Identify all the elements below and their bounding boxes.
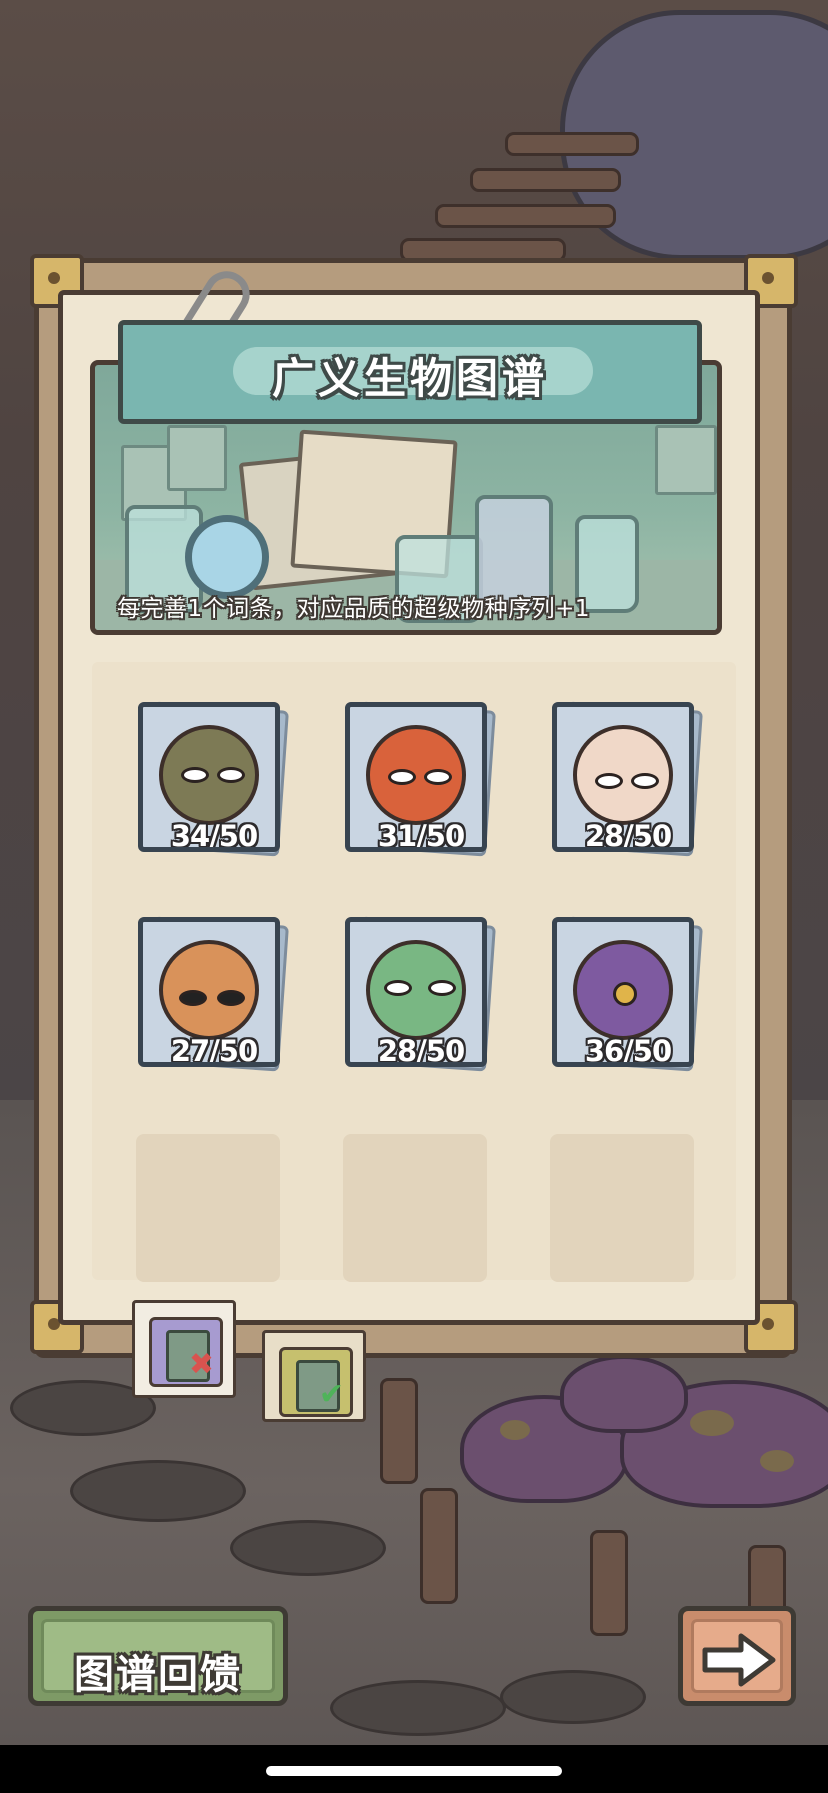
tab-incomplete-filter[interactable]: ✖	[132, 1300, 236, 1398]
background-mushroom	[560, 1355, 688, 1433]
creature-card[interactable]: 31/50	[345, 701, 496, 857]
creature-card[interactable]: 34/50	[138, 701, 289, 857]
creature-card[interactable]: 36/50	[552, 916, 703, 1072]
mushroom-spot	[760, 1450, 794, 1472]
feedback-button-label: 图谱回馈	[74, 1652, 242, 1698]
mushroom-spot	[690, 1410, 734, 1436]
feedback-button-inner: 图谱回馈	[41, 1619, 275, 1698]
card-face: 36/50	[552, 917, 694, 1067]
title-board: 广义生物图谱	[118, 320, 702, 424]
sunglasses-hamster-icon	[159, 940, 259, 1040]
background-stone	[500, 1670, 646, 1724]
check-mark-icon: ✔	[318, 1377, 344, 1412]
empty-card-slot	[343, 1134, 487, 1282]
purple-spiked-flower-icon	[573, 940, 673, 1040]
creature-card[interactable]: 28/50	[345, 916, 496, 1072]
fence-post	[380, 1378, 418, 1484]
background-plank	[505, 132, 639, 156]
empty-card-slot	[550, 1134, 694, 1282]
next-page-button[interactable]	[678, 1606, 796, 1706]
green-mantis-icon	[366, 940, 466, 1040]
creature-eye	[217, 767, 245, 783]
wall-poster	[167, 425, 227, 491]
arrow-right-icon	[702, 1633, 776, 1687]
mushroom-spot	[500, 1420, 530, 1440]
red-shrimp-icon	[366, 725, 466, 825]
page-title: 广义生物图谱	[271, 354, 548, 403]
next-button-inner	[691, 1619, 783, 1693]
card-face: 28/50	[345, 917, 487, 1067]
card-count: 36/50	[584, 1034, 672, 1067]
tab-complete-inner: ✔	[279, 1347, 353, 1417]
home-indicator[interactable]	[266, 1766, 562, 1776]
sunglasses-lens	[179, 990, 207, 1006]
card-count: 27/50	[170, 1034, 258, 1067]
wall-poster	[655, 425, 717, 495]
card-count: 28/50	[584, 819, 672, 852]
card-face: 27/50	[138, 917, 280, 1067]
flower-center	[613, 982, 637, 1006]
empty-card-slot	[136, 1134, 280, 1282]
background-plank	[470, 168, 621, 192]
card-count: 31/50	[377, 819, 465, 852]
background-stone	[330, 1680, 506, 1736]
banner-caption: 每完善1个词条，对应品质的超级物种序列+1	[117, 596, 591, 622]
sunglasses-lens	[217, 990, 245, 1006]
fence-post	[590, 1530, 628, 1636]
creature-eye	[388, 769, 416, 785]
creature-eye	[595, 773, 623, 789]
creature-eye	[631, 773, 659, 789]
background-plank	[435, 204, 616, 228]
background-stone	[70, 1460, 246, 1522]
magnifying-glass-icon	[185, 515, 269, 599]
tab-complete-filter[interactable]: ✔	[262, 1330, 366, 1422]
soldier-snail-icon	[159, 725, 259, 825]
card-face: 28/50	[552, 702, 694, 852]
background-stone	[230, 1520, 386, 1576]
fence-post	[420, 1488, 458, 1604]
card-count: 34/50	[170, 819, 258, 852]
card-count: 28/50	[377, 1034, 465, 1067]
card-face: 34/50	[138, 702, 280, 852]
creature-eye	[181, 767, 209, 783]
tab-incomplete-inner: ✖	[149, 1317, 223, 1387]
encyclopedia-feedback-button[interactable]: 图谱回馈	[28, 1606, 288, 1706]
card-face: 31/50	[345, 702, 487, 852]
cross-mark-icon: ✖	[188, 1347, 214, 1382]
creature-eye	[424, 769, 452, 785]
creature-card[interactable]: 28/50	[552, 701, 703, 857]
creature-eye	[384, 980, 412, 996]
creature-eye	[428, 980, 456, 996]
red-fin-fish-icon	[573, 725, 673, 825]
creature-card[interactable]: 27/50	[138, 916, 289, 1072]
